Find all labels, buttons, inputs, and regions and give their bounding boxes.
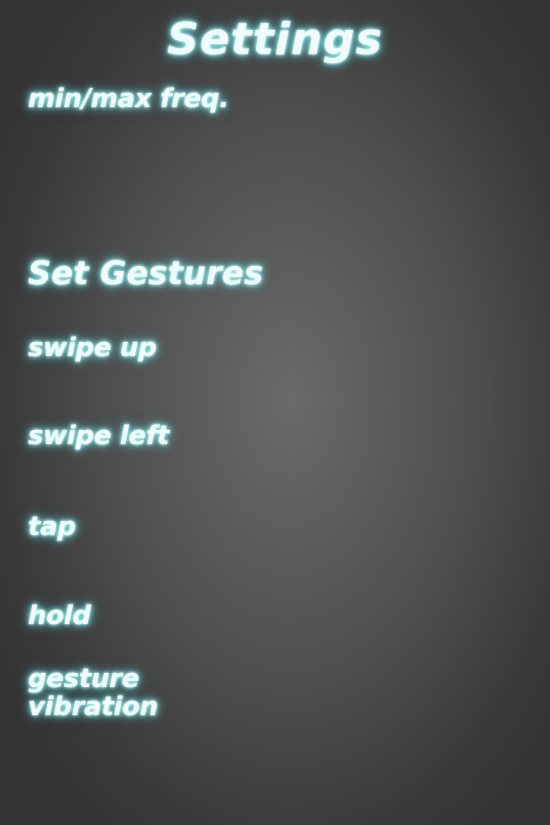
swipe-left-setting[interactable]: swipe left — [28, 421, 169, 451]
swipe-up-setting[interactable]: swipe up — [28, 333, 157, 363]
page-title: Settings — [167, 14, 383, 65]
tap-setting[interactable]: tap — [28, 512, 76, 542]
set-gestures-heading: Set Gestures — [28, 254, 264, 292]
min-max-freq-setting[interactable]: min/max freq. — [28, 84, 229, 114]
hold-setting[interactable]: hold — [28, 601, 91, 631]
gesture-vibration-label-line1: gesture — [28, 664, 140, 694]
gesture-vibration-setting[interactable]: gesture vibration — [28, 665, 328, 721]
gesture-vibration-label-line2: vibration — [28, 692, 158, 722]
